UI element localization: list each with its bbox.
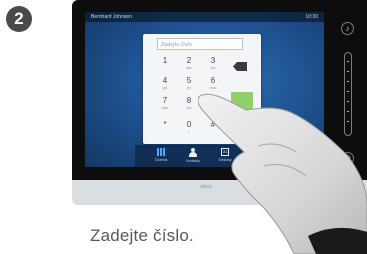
- key-digit: *: [163, 120, 167, 129]
- key-5[interactable]: 5 jkl: [179, 76, 199, 92]
- key-letters: def: [210, 66, 216, 70]
- key-digit: 8: [186, 96, 192, 105]
- key-digit: 4: [162, 76, 168, 85]
- status-clock: 10:30: [305, 14, 318, 20]
- key-letters: +: [187, 130, 191, 134]
- key-digit: 3: [210, 56, 216, 65]
- status-bar: Bernhard Johnsen 10:30: [85, 12, 324, 22]
- key-letters: pqrs: [161, 106, 169, 110]
- volume-tick: [347, 81, 349, 82]
- key-digit: 6: [210, 76, 216, 85]
- nav-item-dialer[interactable]: Číselník: [147, 148, 175, 162]
- key-7[interactable]: 7 pqrs: [155, 96, 175, 112]
- key-4[interactable]: 4 ghi: [155, 76, 175, 92]
- microphone-icon[interactable]: ♪: [341, 22, 354, 35]
- key-digit: 7: [162, 96, 168, 105]
- nav-label: Číselník: [154, 158, 168, 162]
- keypad-icon: [157, 148, 165, 156]
- step-number-badge: 2: [6, 6, 32, 32]
- key-8[interactable]: 8 tuv: [179, 96, 199, 112]
- key-star[interactable]: *: [155, 120, 175, 136]
- key-digit: 5: [186, 76, 192, 85]
- key-0[interactable]: 0 +: [179, 120, 199, 136]
- key-3[interactable]: 3 def: [203, 56, 223, 72]
- volume-tick: [347, 61, 349, 62]
- volume-tick: [347, 71, 349, 72]
- key-letters: jkl: [187, 86, 191, 90]
- key-digit: 0: [186, 120, 192, 129]
- backspace-icon[interactable]: [233, 62, 247, 71]
- key-letters: tuv: [186, 106, 192, 110]
- key-letters: ghi: [162, 86, 168, 90]
- instruction-caption: Zadejte číslo.: [90, 226, 194, 245]
- key-digit: 1: [162, 56, 168, 65]
- key-digit: 2: [186, 56, 192, 65]
- key-letters: abc: [186, 66, 192, 70]
- pointing-hand-image: [198, 93, 367, 254]
- key-2[interactable]: 2 abc: [179, 56, 199, 72]
- status-user[interactable]: Bernhard Johnsen: [91, 12, 132, 22]
- number-input[interactable]: Zadejte číslo: [157, 38, 243, 50]
- key-1[interactable]: 1: [155, 56, 175, 72]
- contact-icon: [189, 148, 197, 157]
